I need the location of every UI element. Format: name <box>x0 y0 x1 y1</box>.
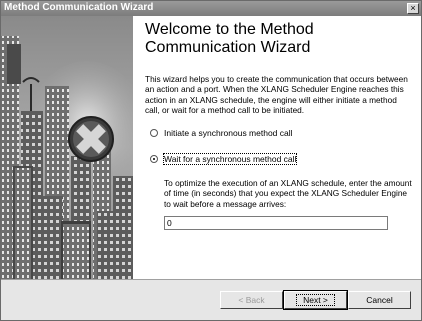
page-title: Welcome to the Method Communication Wiza… <box>145 21 314 56</box>
title-bar: Method Communication Wizard × <box>1 1 421 16</box>
timeout-input[interactable]: 0 <box>164 216 388 230</box>
wizard-window: Method Communication Wizard × Welcome to… <box>0 0 422 321</box>
window-title: Method Communication Wizard <box>4 2 154 13</box>
plus-circle-icon <box>68 116 114 162</box>
option-initiate-label: Initiate a synchronous method call <box>164 128 293 138</box>
option-wait-label: Wait for a synchronous method call <box>162 153 298 165</box>
button-bar: < Back Next > Cancel <box>1 279 421 320</box>
wizard-content: Welcome to the Method Communication Wiza… <box>145 16 417 278</box>
city-illustration <box>1 16 133 279</box>
wizard-side-art <box>1 16 133 279</box>
option-initiate-call[interactable]: Initiate a synchronous method call <box>150 128 293 138</box>
next-button-label: Next > <box>296 294 335 306</box>
cancel-button[interactable]: Cancel <box>348 291 411 309</box>
radio-initiate-call[interactable] <box>150 129 158 137</box>
timeout-description: To optimize the execution of an XLANG sc… <box>164 178 412 209</box>
close-button[interactable]: × <box>407 3 419 14</box>
option-wait-call[interactable]: Wait for a synchronous method call <box>150 153 298 165</box>
next-button[interactable]: Next > <box>283 290 348 310</box>
intro-text: This wizard helps you to create the comm… <box>145 74 408 116</box>
radio-wait-call[interactable] <box>150 155 158 163</box>
back-button[interactable]: < Back <box>220 291 283 309</box>
